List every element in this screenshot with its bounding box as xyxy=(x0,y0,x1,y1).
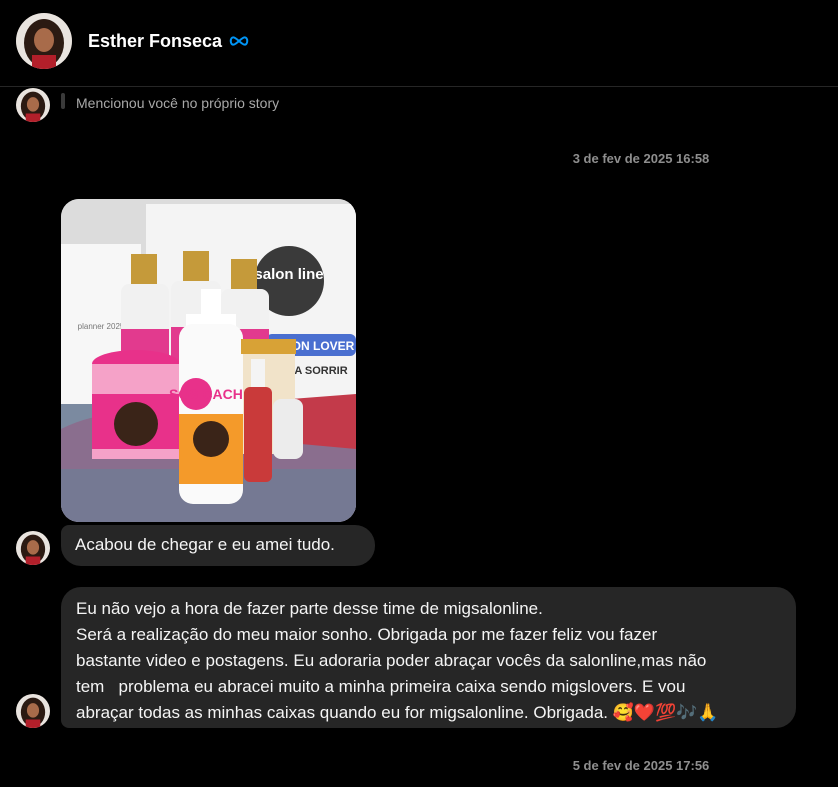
chat-header: Esther Fonseca xyxy=(0,0,838,87)
infinity-icon xyxy=(229,36,249,46)
message-line: Eu não vejo a hora de fazer parte desse … xyxy=(76,599,543,618)
message-bubble[interactable]: Eu não vejo a hora de fazer parte desse … xyxy=(61,587,796,728)
photo-planner: planner 2025 xyxy=(78,322,125,331)
timestamp: 5 de fev de 2025 17:56 xyxy=(572,758,710,773)
message-line: bastante video e postagens. Eu adoraria … xyxy=(76,651,707,670)
story-reply-bar xyxy=(61,93,65,109)
contact-avatar[interactable] xyxy=(16,13,72,69)
timestamp: 3 de fev de 2025 16:58 xyxy=(572,151,710,166)
photo-box-sub: A SORRIR xyxy=(294,365,347,377)
message-line: tem problema eu abracei muito a minha pr… xyxy=(76,677,686,696)
message-avatar[interactable] xyxy=(16,531,50,565)
message-bubble[interactable]: Acabou de chegar e eu amei tudo. xyxy=(61,525,375,566)
photo-brand: salon line xyxy=(254,266,323,283)
story-mention-row: Mencionou você no próprio story xyxy=(16,88,616,122)
story-mention-text: Mencionou você no próprio story xyxy=(76,95,280,111)
message-line: Será a realização do meu maior sonho. Ob… xyxy=(76,625,658,644)
message-photo[interactable]: salon line SALON LOVER A SORRIR planner … xyxy=(61,199,356,522)
story-avatar[interactable] xyxy=(16,88,50,122)
message-avatar[interactable] xyxy=(16,694,50,728)
contact-name[interactable]: Esther Fonseca xyxy=(88,31,222,52)
message-line: abraçar todas as minhas caixas quando eu… xyxy=(76,703,719,722)
